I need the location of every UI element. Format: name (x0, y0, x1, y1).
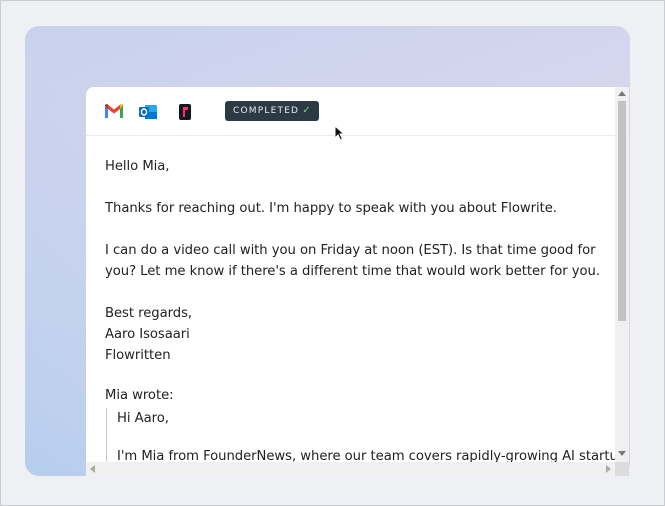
signature-name: Aaro Isosaari (105, 327, 190, 342)
scroll-down-arrow-icon[interactable] (618, 451, 626, 456)
signature-company: Flowritten (105, 348, 171, 363)
status-badge: COMPLETED ✓ (225, 101, 319, 121)
mouse-cursor-icon (334, 125, 346, 141)
vertical-scrollbar[interactable] (615, 87, 629, 462)
quote-label: Mia wrote: (105, 388, 174, 403)
email-window: COMPLETED ✓ Hello Mia, Thanks for reachi… (86, 87, 629, 476)
status-badge-label: COMPLETED (233, 106, 300, 116)
scrollbar-corner (615, 462, 629, 476)
horizontal-scrollbar[interactable] (86, 462, 615, 476)
flowrite-icon[interactable] (177, 103, 197, 121)
check-icon: ✓ (302, 105, 311, 116)
email-greeting: Hello Mia, (105, 159, 170, 174)
gmail-icon[interactable] (104, 103, 124, 121)
email-paragraph-1: Thanks for reaching out. I'm happy to sp… (105, 201, 557, 216)
email-body[interactable]: Hello Mia, Thanks for reaching out. I'm … (105, 156, 629, 467)
scroll-left-arrow-icon[interactable] (90, 465, 95, 473)
toolbar: COMPLETED ✓ (86, 87, 615, 136)
scroll-up-arrow-icon[interactable] (618, 91, 626, 96)
vertical-scroll-thumb[interactable] (618, 101, 626, 321)
email-paragraph-2: I can do a video call with you on Friday… (105, 243, 600, 279)
quoted-message: Hi Aaro, I'm Mia from FounderNews, where… (106, 408, 629, 467)
scroll-right-arrow-icon[interactable] (606, 465, 611, 473)
quote-greeting: Hi Aaro, (117, 411, 169, 426)
outlook-icon[interactable] (138, 102, 158, 120)
email-closing: Best regards, (105, 306, 193, 321)
